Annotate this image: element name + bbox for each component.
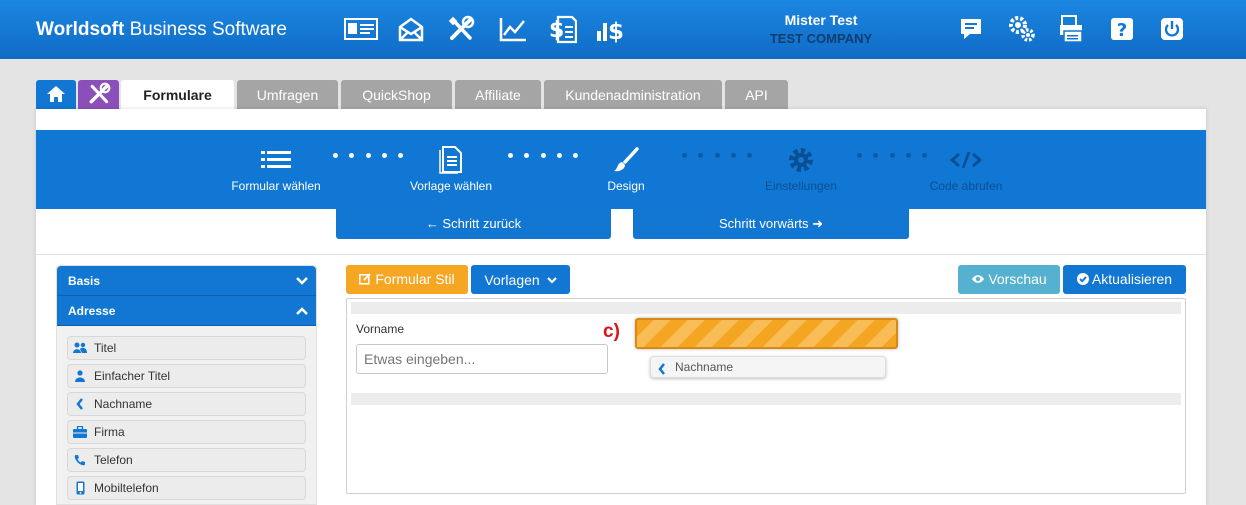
field-item-firma[interactable]: Firma xyxy=(67,420,306,444)
tab-umfragen[interactable]: Umfragen xyxy=(237,80,338,110)
chevron-up-icon xyxy=(296,296,308,326)
mail-icon[interactable] xyxy=(394,12,428,46)
step-formular-waehlen[interactable]: Formular wählen xyxy=(211,130,341,193)
tab-api[interactable]: API xyxy=(725,80,788,110)
invoice-dollar-icon[interactable]: $ xyxy=(546,12,580,46)
field-item-telefon[interactable]: Telefon xyxy=(67,448,306,472)
accordion-basis[interactable]: Basis xyxy=(57,266,316,296)
tab-tools[interactable] xyxy=(78,80,119,110)
step-einstellungen[interactable]: Einstellungen xyxy=(736,130,866,193)
field-item-mobiltelefon[interactable]: Mobiltelefon xyxy=(67,476,306,500)
chevron-down-icon xyxy=(546,265,557,294)
svg-text:?: ? xyxy=(1117,20,1127,41)
mobile-icon xyxy=(73,481,87,495)
tab-home[interactable] xyxy=(36,80,76,110)
svg-text:$: $ xyxy=(549,18,564,43)
app-brand[interactable]: Worldsoft Business Software xyxy=(36,19,287,41)
eye-icon xyxy=(971,265,985,294)
contact-card-icon[interactable] xyxy=(344,12,378,46)
gears-icon[interactable] xyxy=(1005,12,1039,46)
preview-button[interactable]: Vorschau xyxy=(958,265,1060,294)
field-item-titel[interactable]: Titel xyxy=(67,336,306,360)
step-forward-button[interactable]: Schritt vorwärts ➜ xyxy=(633,209,909,239)
field-item-nachname[interactable]: Nachname xyxy=(67,392,306,416)
tools-icon[interactable] xyxy=(444,12,478,46)
tab-formulare[interactable]: Formulare xyxy=(121,80,234,110)
refresh-button[interactable]: Aktualisieren xyxy=(1063,265,1186,294)
user-info[interactable]: Mister Test TEST COMPANY xyxy=(740,12,902,46)
users-icon xyxy=(73,341,87,355)
tab-quickshop[interactable]: QuickShop xyxy=(341,80,452,110)
phone-icon xyxy=(73,453,87,467)
step-back-button[interactable]: ← Schritt zurück xyxy=(336,209,611,239)
tab-kundenadministration[interactable]: Kundenadministration xyxy=(544,80,722,110)
tools-icon xyxy=(87,82,111,109)
form-canvas[interactable]: Vorname c) Nachname xyxy=(346,298,1186,494)
home-icon xyxy=(46,85,66,106)
briefcase-icon xyxy=(73,425,87,439)
company-name: TEST COMPANY xyxy=(769,31,873,46)
step-vorlage-waehlen[interactable]: Vorlage wählen xyxy=(386,130,516,193)
drop-placeholder[interactable] xyxy=(635,318,898,349)
chevron-down-icon xyxy=(296,266,308,296)
wizard-bar: Formular wählen Vorlage wählen Design Ei… xyxy=(36,130,1206,209)
field-item-einfacher-titel[interactable]: Einfacher Titel xyxy=(67,364,306,388)
templates-dropdown[interactable]: Vorlagen xyxy=(471,265,570,294)
chevron-left-icon xyxy=(73,397,87,411)
power-icon[interactable] xyxy=(1155,12,1189,46)
edit-icon xyxy=(359,266,372,295)
step-code-abrufen[interactable]: Code abrufen xyxy=(901,130,1031,193)
drop-row xyxy=(351,393,1181,405)
user-icon xyxy=(73,369,87,383)
svg-text:$: $ xyxy=(608,19,624,43)
form-style-button[interactable]: Formular Stil xyxy=(346,265,468,294)
dragged-field-nachname[interactable]: Nachname xyxy=(650,356,886,378)
printer-icon[interactable] xyxy=(1055,12,1089,46)
user-name: Mister Test xyxy=(784,12,858,28)
step-design[interactable]: Design xyxy=(561,130,691,193)
chat-icon[interactable] xyxy=(954,12,988,46)
check-circle-icon xyxy=(1076,266,1089,295)
accordion-adresse[interactable]: Adresse xyxy=(57,296,316,326)
vorname-input[interactable] xyxy=(356,344,608,374)
tab-affiliate[interactable]: Affiliate xyxy=(455,80,541,110)
chevron-left-icon xyxy=(658,361,666,382)
help-icon[interactable]: ? xyxy=(1105,12,1139,46)
drop-row xyxy=(351,302,1181,314)
annotation-label: c) xyxy=(603,321,620,342)
main-panel: Formular wählen Vorlage wählen Design Ei… xyxy=(36,109,1206,505)
field-sidebar: Basis Adresse Titel Einfacher Titel Nach… xyxy=(56,265,317,505)
top-bar: Worldsoft Business Software $ $ Mister T… xyxy=(0,0,1246,59)
divider xyxy=(36,254,1206,255)
field-label-vorname: Vorname xyxy=(356,322,405,336)
bar-dollar-icon[interactable]: $ xyxy=(595,12,629,46)
chart-icon[interactable] xyxy=(496,12,530,46)
